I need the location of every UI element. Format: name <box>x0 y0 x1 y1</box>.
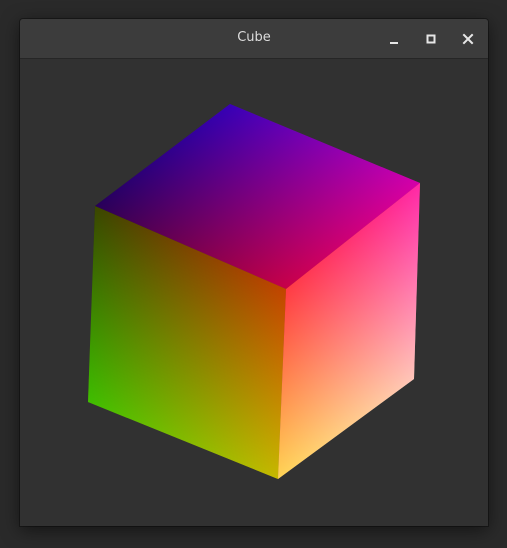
desktop: Cube <box>0 0 507 548</box>
close-icon <box>462 33 474 45</box>
minimize-icon <box>390 42 398 44</box>
maximize-button[interactable] <box>420 28 442 50</box>
maximize-icon <box>426 34 436 44</box>
app-window: Cube <box>20 19 488 526</box>
title-bar[interactable]: Cube <box>20 19 488 59</box>
close-button[interactable] <box>457 28 479 50</box>
window-title: Cube <box>237 30 271 45</box>
minimize-button[interactable] <box>383 28 405 50</box>
render-area[interactable] <box>20 59 488 526</box>
rgb-cube-canvas <box>88 104 420 479</box>
